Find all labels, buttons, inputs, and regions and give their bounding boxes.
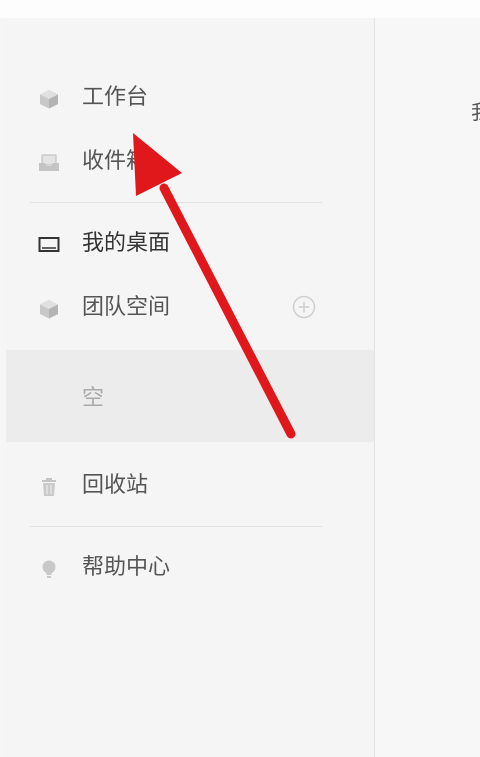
sidebar-item-inbox[interactable]: 收件箱 [6,140,374,184]
sidebar-item-workbench[interactable]: 工作台 [6,76,374,120]
empty-placeholder-text: 空 [82,386,105,411]
sidebar-item-label: 回收站 [82,473,149,498]
divider [30,202,322,203]
inbox-icon [38,152,60,174]
sidebar-item-my-desktop[interactable]: 我的桌面 [6,222,374,266]
main-partial-text: 我 [471,96,480,125]
sidebar-item-label: 工作台 [82,85,149,110]
window-top-strip [0,0,480,18]
sidebar-item-label: 收件箱 [82,149,149,174]
lightbulb-icon [38,558,60,580]
trash-icon [38,476,60,498]
desktop-monitor-icon [38,234,60,256]
main-content: 我 [375,18,480,757]
plus-circle-icon[interactable] [292,295,316,319]
sidebar-item-help-center[interactable]: 帮助中心 [6,546,374,590]
sidebar-item-label: 团队空间 [82,295,171,320]
cube-icon [38,88,60,110]
divider [30,526,322,527]
sidebar-item-label: 我的桌面 [82,231,171,256]
sidebar-item-recycle-bin[interactable]: 回收站 [6,464,374,508]
sidebar-item-team-space[interactable]: 团队空间 [6,286,374,330]
cube-icon [38,298,60,320]
sidebar-item-label: 帮助中心 [82,555,171,580]
sidebar: 工作台 收件箱 我的桌面 团队空间 空 回收站 帮助中心 [6,18,375,757]
team-space-empty-panel: 空 [6,350,374,442]
